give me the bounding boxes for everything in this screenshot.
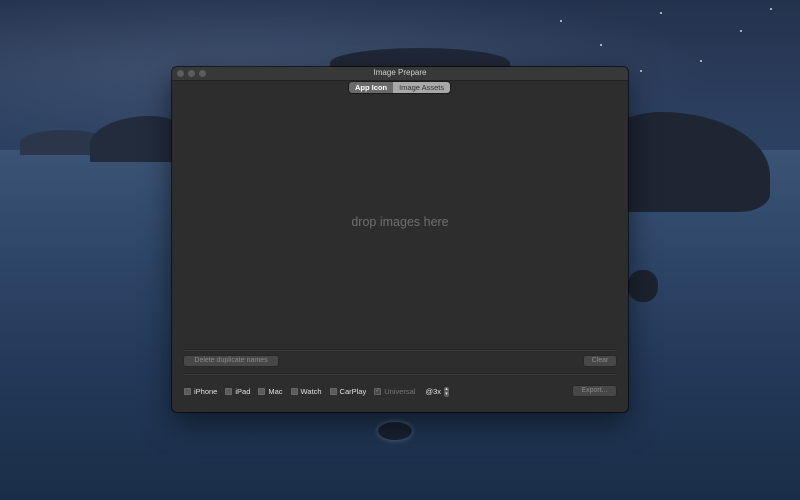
option-ipad[interactable]: iPad [225,387,250,396]
checkbox[interactable] [290,388,298,395]
option-label: Mac [268,387,283,396]
option-mac[interactable]: Mac [258,387,283,396]
clear-button[interactable]: Clear [584,356,616,366]
tab-app-icon[interactable]: App Icon [349,82,394,93]
option-label: CarPlay [339,387,367,396]
option-label: iPad [235,387,251,396]
export-button[interactable]: Export... [573,386,616,396]
checkmark-icon[interactable]: ✓ [374,388,382,395]
option-label: iPhone [194,387,218,396]
image-drop-zone[interactable]: drop images here [184,95,616,349]
scale-value: @3x [425,387,442,396]
stepper-icon[interactable]: ▴ ▾ [444,386,450,397]
option-universal[interactable]: ✓ Universal [374,387,415,396]
window-title: Image Prepare [373,68,427,77]
option-carplay[interactable]: CarPlay [329,387,367,396]
option-label: Watch [300,387,322,396]
option-label: Universal [384,387,416,396]
checkbox[interactable] [225,388,233,395]
checkbox[interactable] [258,388,266,395]
option-watch[interactable]: Watch [290,387,322,396]
checkbox[interactable] [329,388,337,395]
checkbox[interactable] [184,388,191,395]
title-bar[interactable]: Image Prepare [172,67,628,81]
device-options: iPhone iPad Mac Watch CarPlay ✓ Universa… [184,386,450,397]
divider [184,349,616,351]
tab-image-assets[interactable]: Image Assets [393,82,451,93]
option-iphone[interactable]: iPhone [184,387,217,396]
drop-zone-label: drop images here [351,215,449,229]
delete-duplicate-names-button[interactable]: Delete duplicate names [184,356,278,366]
mode-segmented-control: App Icon Image Assets [349,82,451,93]
app-window: Image Prepare App Icon Image Assets drop… [172,67,628,412]
divider [184,373,616,375]
